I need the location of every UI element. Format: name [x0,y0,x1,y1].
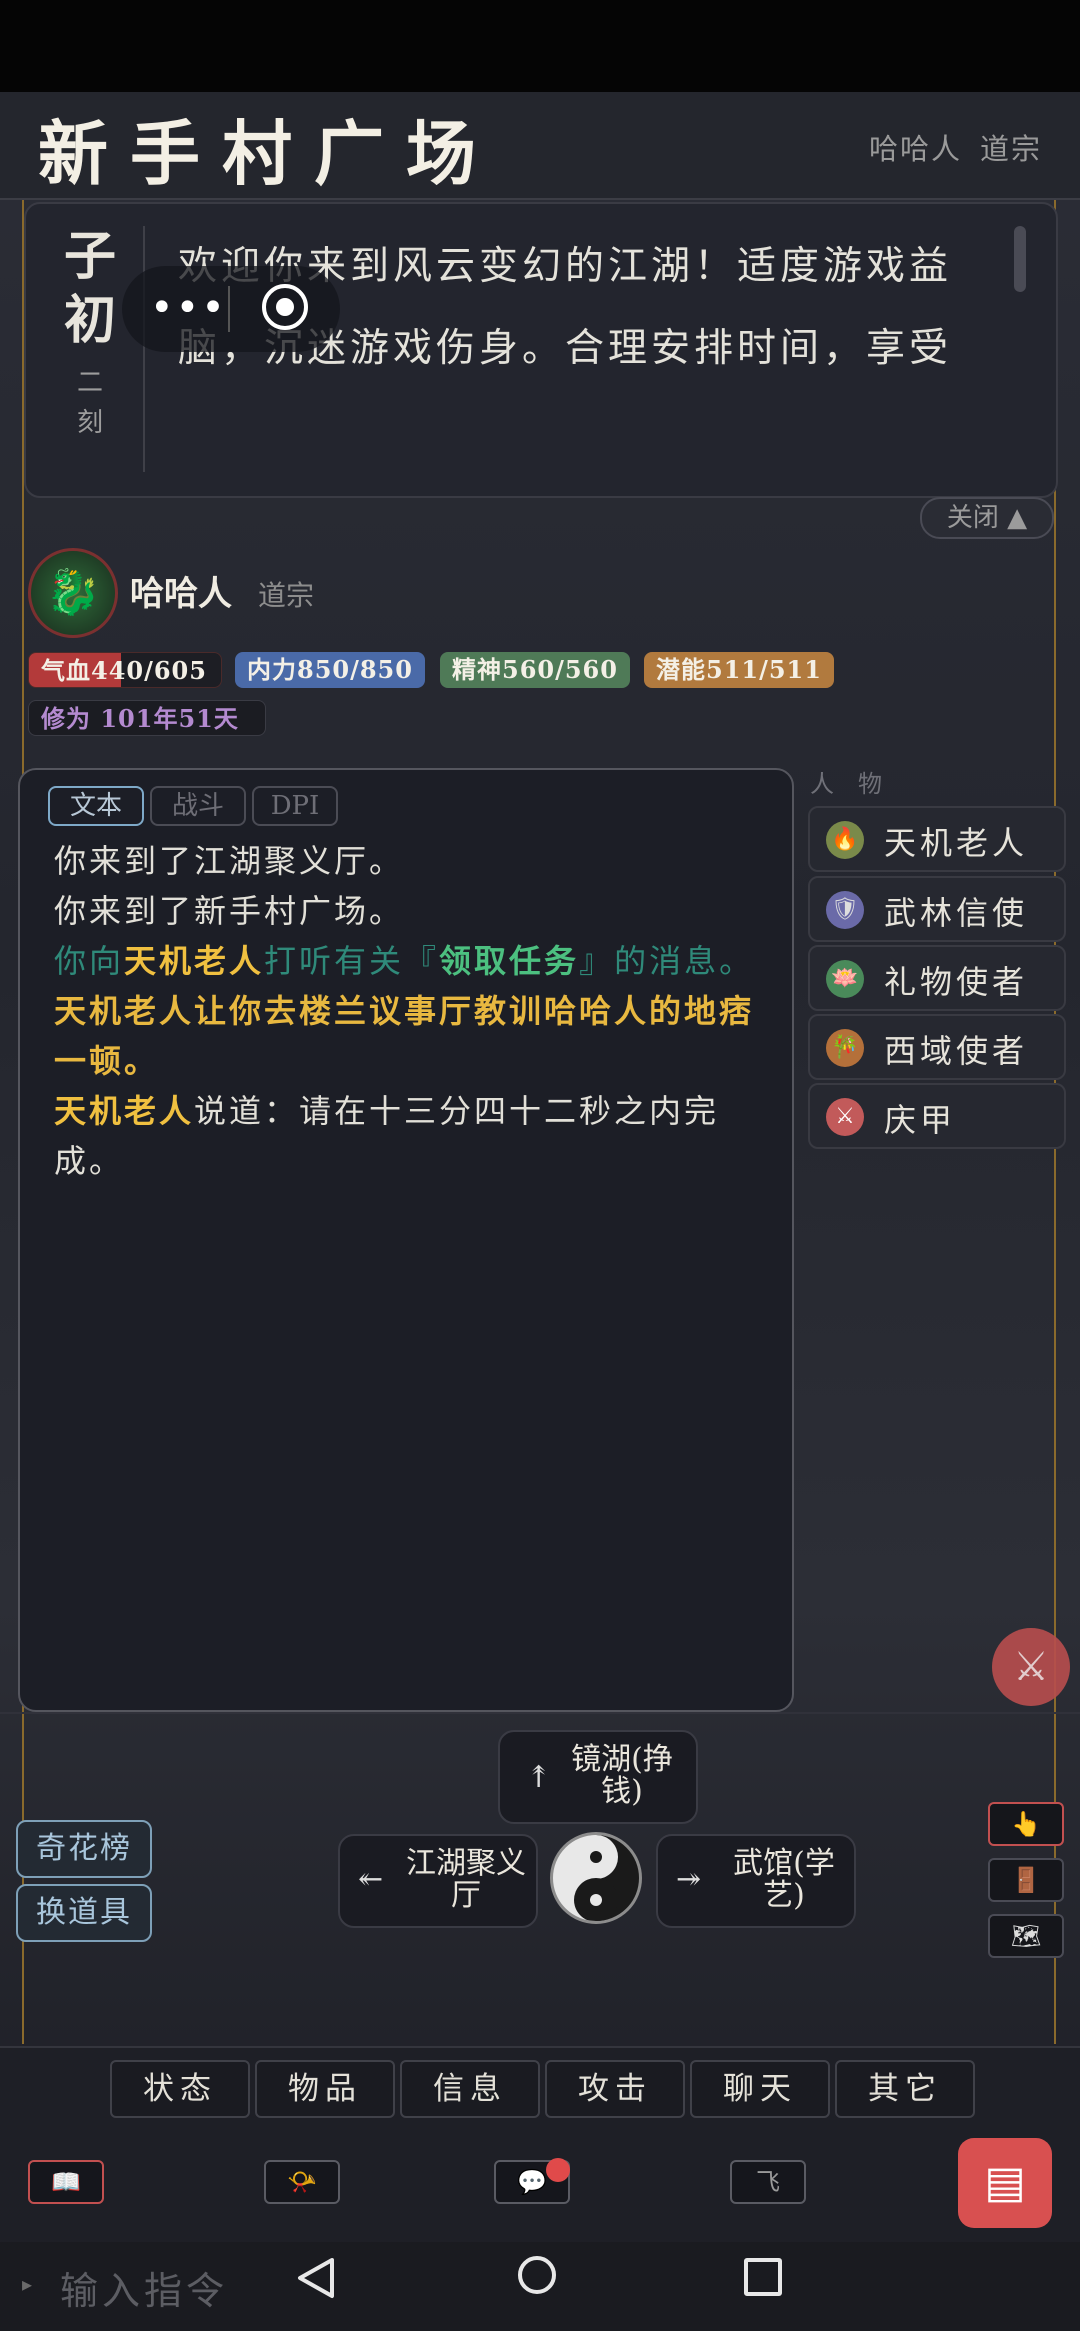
exchange-item-button[interactable]: 换道具 [16,1884,152,1942]
header-player-name: 哈哈人 [868,132,962,166]
menu-status[interactable]: 状态 [110,2060,250,2118]
log-text: 打听有关『 [264,942,440,980]
npc-name: 礼物使者 [884,963,1029,1001]
log-line: 你来到了江湖聚义厅。 [54,842,405,880]
fly-button[interactable]: 飞 [730,2160,806,2204]
arrow-left-icon: ↞ [358,1862,384,1897]
menu-info[interactable]: 信息 [400,2060,540,2118]
pointer-hand-icon[interactable]: 👆 [988,1802,1064,1846]
time-period: 子初 [63,226,116,351]
npc-item[interactable]: 🛡 武林信使 [808,876,1066,942]
book-icon[interactable]: 📖 [28,2160,104,2204]
player-name: 哈哈人 [130,574,232,614]
menu-items[interactable]: 物品 [255,2060,395,2118]
menu-other[interactable]: 其它 [835,2060,975,2118]
npc-item[interactable]: 🔥 天机老人 [808,806,1066,872]
menu-attack[interactable]: 攻击 [545,2060,685,2118]
room-title: 新手村广场 [38,112,498,195]
qianneng-bar: 潜能511/511 [644,652,834,688]
exit-north-button[interactable]: ↟ 镜湖(挣钱) [498,1730,698,1824]
close-announcement-button[interactable]: 关闭 ▲ [920,497,1054,539]
horn-icon[interactable]: 📯 [264,2160,340,2204]
door-icon[interactable]: 🚪 [988,1858,1064,1902]
xiuwei-badge: 修为 101年51天 [28,700,266,736]
crossed-swords-icon: ⚔ [1013,1644,1049,1690]
npc-name: 庆甲 [884,1101,957,1139]
log-text: 你向 [54,942,125,980]
crossed-swords-icon: ⚔ [826,1098,864,1136]
hp-bar: 气血440/605 [28,652,222,688]
header-sect: 道宗 [979,132,1042,166]
divider [0,1712,1080,1714]
log-line: 你向天机老人打听有关『领取任务』的消息。 [54,936,770,986]
nav-recent-icon[interactable] [744,2258,782,2296]
notification-dot [546,2158,570,2182]
log-line: 你来到了新手村广场。 [54,892,405,930]
exit-label: 镜湖(挣钱) [571,1742,673,1809]
neili-bar: 内力850/850 [235,652,425,688]
flame-icon: 🔥 [826,821,864,859]
exit-label: 江湖聚义厅 [406,1846,526,1913]
player-sect: 道宗 [258,579,315,612]
header-player-info: 哈哈人 道宗 [851,126,1042,168]
map-icon[interactable]: 🗺 [988,1914,1064,1958]
bamboo-icon: 🎋 [826,1029,864,1067]
log-text: 』的消息。 [579,942,755,980]
time-quarter: 二刻 [76,368,103,438]
exit-west-button[interactable]: ↞ 江湖聚义厅 [338,1834,538,1928]
announcement-scrollbar[interactable] [1014,226,1026,292]
npc-name: 天机老人 [884,824,1029,862]
avatar[interactable]: 🐉 [28,548,118,638]
jingshen-bar: 精神560/560 [440,652,630,688]
more-dots-icon[interactable]: ••• [150,288,227,328]
game-time: 子初 二刻 [60,225,120,443]
arrow-right-icon: ↠ [676,1862,702,1897]
close-target-icon[interactable] [262,284,308,330]
npc-link[interactable]: 天机老人 [54,1092,194,1130]
message-log: 你来到了江湖聚义厅。 你来到了新手村广场。 你向天机老人打听有关『领取任务』的消… [54,836,770,1186]
flower-ranking-button[interactable]: 奇花榜 [16,1820,152,1878]
taiji-icon[interactable] [550,1832,642,1924]
red-action-icon[interactable]: ▤ [958,2138,1052,2228]
nav-home-icon[interactable] [518,2256,556,2294]
time-divider [143,226,145,472]
shield-icon: 🛡 [826,891,864,929]
log-line: 天机老人说道：请在十三分四十二秒之内完成。 [54,1086,770,1186]
npc-name: 西域使者 [884,1032,1029,1070]
exit-east-button[interactable]: ↠ 武馆(学艺) [656,1834,856,1928]
topic-link[interactable]: 领取任务 [439,942,579,980]
npc-list-header: 人物 [810,770,906,798]
tab-text[interactable]: 文本 [48,786,144,826]
log-line: 天机老人让你去楼兰议事厅教训哈哈人的地痞一顿。 [54,992,755,1080]
tab-battle[interactable]: 战斗 [150,786,246,826]
command-input[interactable]: 输入指令 [60,2260,228,2315]
npc-item[interactable]: 🎋 西域使者 [808,1014,1066,1080]
dragon-icon: 🐉 [45,567,101,618]
nav-back-icon[interactable] [296,2256,336,2300]
caret-icon: ▸ [22,2272,33,2296]
status-bar [0,0,1080,92]
npc-item[interactable]: ⚔ 庆甲 [808,1083,1066,1149]
exit-label: 武馆(学艺) [733,1846,835,1913]
lotus-icon: 🪷 [826,960,864,998]
menu-chat[interactable]: 聊天 [690,2060,830,2118]
npc-item[interactable]: 🪷 礼物使者 [808,945,1066,1011]
capsule-divider [228,286,230,332]
attack-swords-button[interactable]: ⚔ [992,1628,1070,1706]
npc-link[interactable]: 天机老人 [124,942,264,980]
npc-name: 武林信使 [884,894,1029,932]
arrow-up-icon: ↟ [526,1760,552,1795]
tab-dpi[interactable]: DPI [252,786,338,826]
